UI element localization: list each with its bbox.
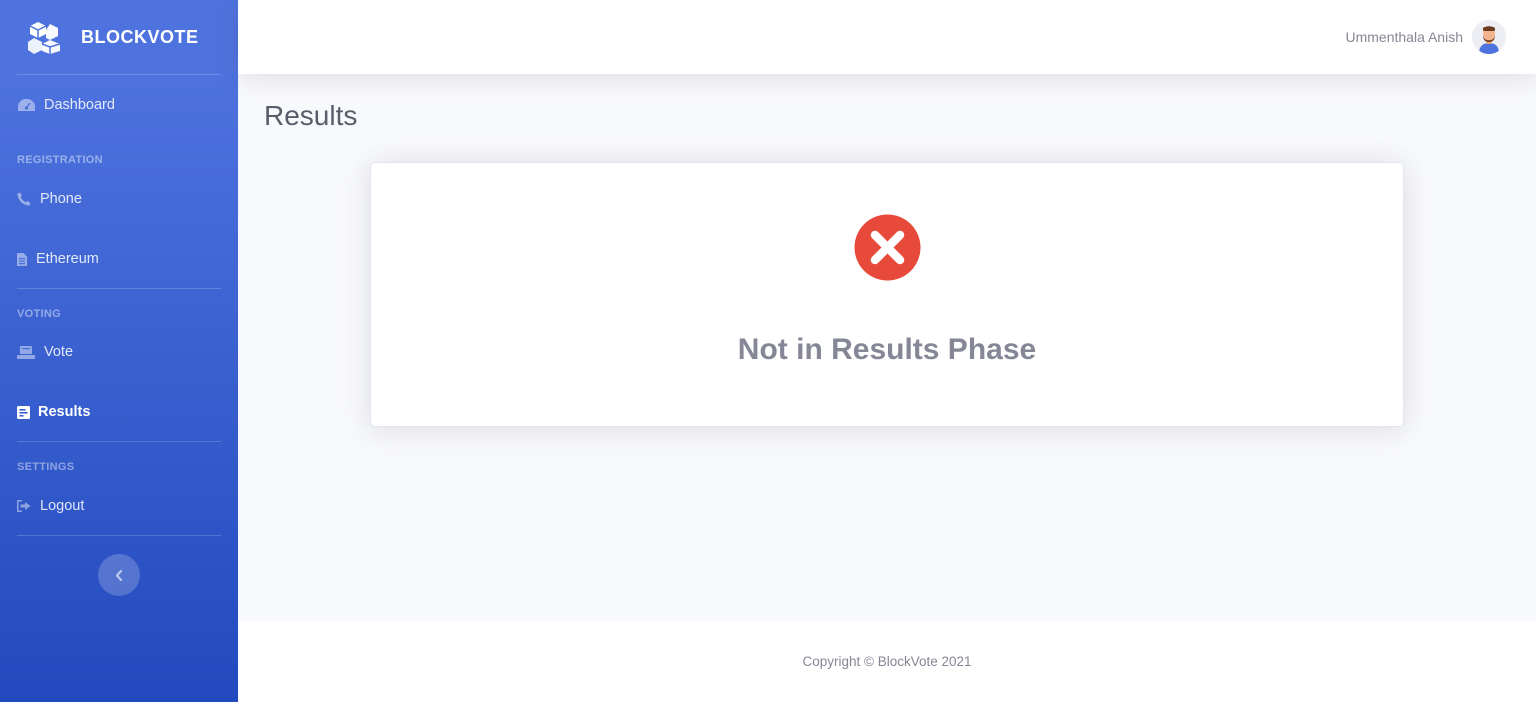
vote-box-icon xyxy=(17,345,35,359)
sidebar-item-label: Phone xyxy=(40,191,82,207)
file-icon xyxy=(17,252,27,266)
sidebar-item-label: Logout xyxy=(40,498,85,514)
brand-link[interactable]: BLOCKVOTE xyxy=(0,0,238,74)
times-circle-icon xyxy=(854,214,921,281)
sidebar: BLOCKVOTE Dashboard REGISTRATION Phone E… xyxy=(0,0,238,702)
brand-name: BLOCKVOTE xyxy=(81,26,199,47)
chevron-left-icon xyxy=(115,569,123,581)
user-name[interactable]: Ummenthala Anish xyxy=(1345,29,1463,45)
sidebar-toggle-button[interactable] xyxy=(98,554,140,596)
phone-icon xyxy=(17,192,31,206)
sidebar-divider xyxy=(17,441,221,442)
sign-out-icon xyxy=(17,499,31,513)
sidebar-divider xyxy=(17,535,221,536)
sidebar-item-label: Dashboard xyxy=(44,97,115,113)
sidebar-item-ethereum[interactable]: Ethereum xyxy=(17,251,99,267)
copyright-text: Copyright © BlockVote 2021 xyxy=(802,654,972,669)
sidebar-item-label: Ethereum xyxy=(36,251,99,267)
sidebar-heading-settings: SETTINGS xyxy=(17,461,75,473)
sidebar-item-vote[interactable]: Vote xyxy=(17,344,73,360)
sidebar-heading-registration: REGISTRATION xyxy=(17,154,103,166)
status-message: Not in Results Phase xyxy=(737,333,1037,366)
sidebar-item-results[interactable]: Results xyxy=(17,404,90,420)
tachometer-icon xyxy=(17,98,35,112)
poll-icon xyxy=(17,405,30,419)
sidebar-item-label: Results xyxy=(38,404,91,420)
sidebar-divider xyxy=(17,74,221,75)
cubes-icon xyxy=(28,20,66,54)
results-status-card: Not in Results Phase xyxy=(370,162,1404,427)
sidebar-item-phone[interactable]: Phone xyxy=(17,191,82,207)
topbar: Ummenthala Anish xyxy=(238,0,1536,74)
sidebar-divider xyxy=(17,288,221,289)
footer: Copyright © BlockVote 2021 xyxy=(238,621,1536,702)
user-avatar[interactable] xyxy=(1472,20,1506,54)
sidebar-item-dashboard[interactable]: Dashboard xyxy=(17,97,115,113)
page-title: Results xyxy=(264,100,358,131)
sidebar-item-logout[interactable]: Logout xyxy=(17,498,84,514)
sidebar-item-label: Vote xyxy=(44,344,74,360)
sidebar-heading-voting: VOTING xyxy=(17,308,61,320)
